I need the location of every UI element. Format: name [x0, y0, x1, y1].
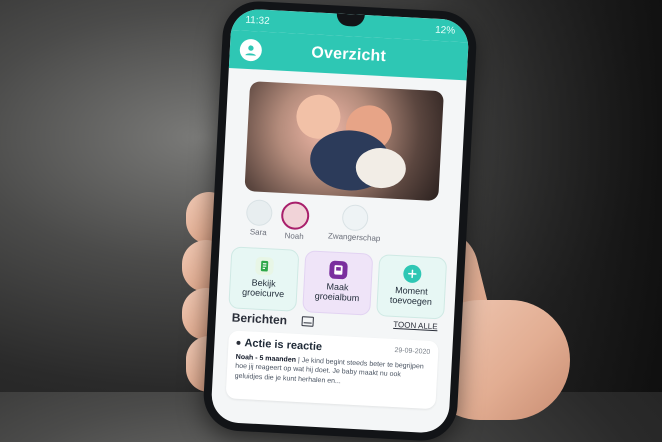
messages-title: Berichten: [231, 310, 288, 328]
quick-actions: Bekijk groeicurve Maak groeialbum Moment…: [228, 246, 448, 320]
message-title: Actie is reactie: [244, 337, 323, 354]
action-label: Maak groeialbum: [314, 281, 360, 303]
family-photo: [244, 81, 444, 202]
child-avatar: [280, 200, 310, 231]
child-name: Sara: [249, 227, 267, 238]
album-icon: [328, 260, 348, 280]
message-date: 29-09-2020: [394, 347, 431, 356]
child-name: Zwangerschap: [327, 231, 381, 244]
child-zwangerschap[interactable]: Zwangerschap: [314, 203, 396, 244]
message-card[interactable]: Actie is reactie 29-09-2020 Noah - 5 maa…: [225, 330, 439, 410]
message-text: Noah - 5 maanden | Je kind begint steeds…: [234, 353, 429, 391]
add-moment-button[interactable]: Moment toevoegen: [376, 254, 448, 320]
action-label: Moment toevoegen: [389, 284, 433, 307]
show-all-link[interactable]: TOON ALLE: [393, 320, 438, 331]
child-noah[interactable]: Noah: [276, 200, 314, 242]
mail-icon: [301, 316, 314, 327]
action-label: Bekijk groeicurve: [241, 277, 285, 300]
child-avatar: [245, 199, 273, 227]
make-growth-album-button[interactable]: Maak groeialbum: [302, 250, 374, 316]
child-switcher: Sara Noah Zwangerschap: [242, 199, 438, 249]
view-growth-curve-button[interactable]: Bekijk groeicurve: [228, 246, 300, 312]
unread-dot: [236, 340, 241, 345]
plus-icon: [402, 264, 422, 284]
child-name: Noah: [284, 231, 304, 242]
child-sara[interactable]: Sara: [242, 199, 276, 238]
page-title: Overzicht: [310, 44, 387, 66]
app-screen: 11:32 12% Overzicht Sara Noah Zwangersch…: [210, 8, 470, 434]
status-battery: 12%: [434, 24, 456, 37]
child-avatar: [341, 204, 369, 232]
status-time: 11:32: [245, 14, 270, 28]
growth-curve-icon: [255, 256, 274, 276]
phone: 11:32 12% Overzicht Sara Noah Zwangersch…: [201, 0, 479, 442]
